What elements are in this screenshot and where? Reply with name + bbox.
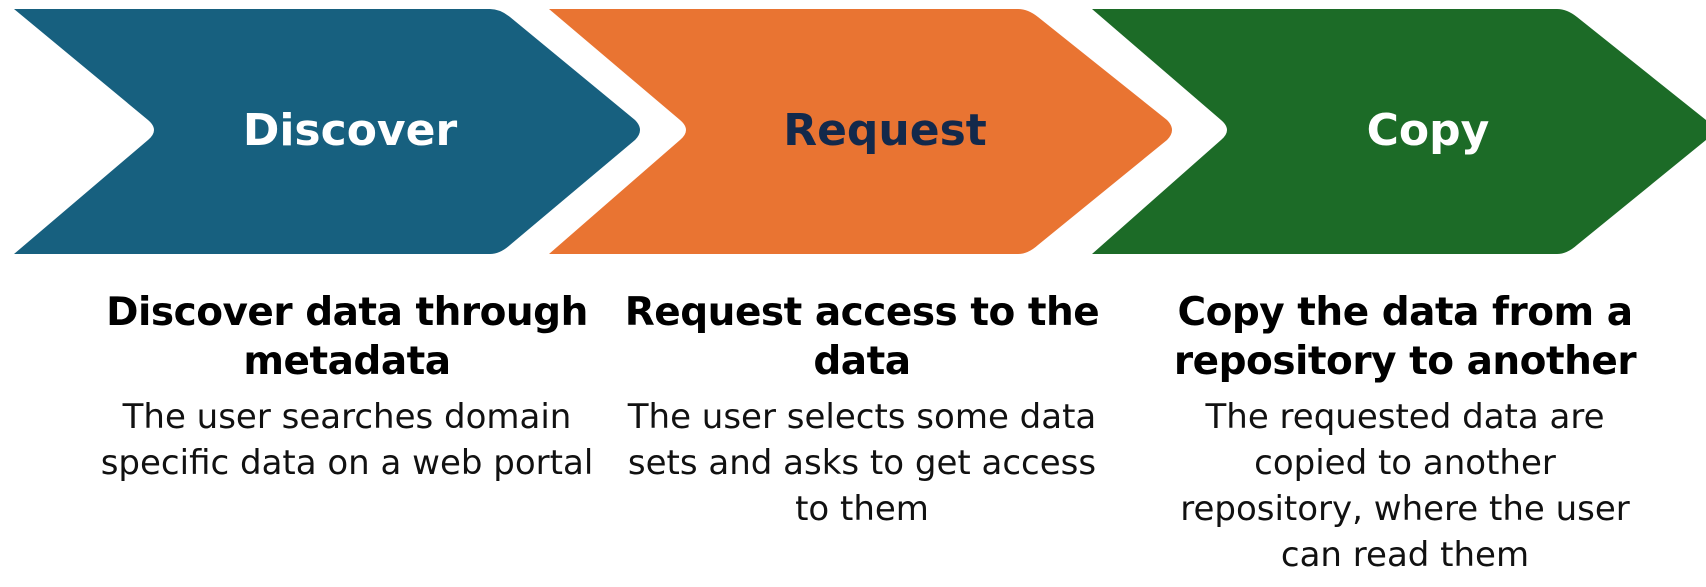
discover-step-text: The user searches domain specific data o… [97,394,597,486]
discover-desc-line1: The user searches domain [122,397,572,437]
copy-desc-line2: copied to another [1254,443,1556,483]
request-desc-line1: The user selects some data [627,397,1097,437]
discover-label: Discover [243,105,458,156]
request-desc-line3: to them [795,489,929,529]
discover-heading-line2: metadata [243,339,451,384]
copy-step-heading: Copy the data from a repository to anoth… [1150,288,1660,386]
request-step-text: The user selects some data sets and asks… [612,394,1112,532]
request-step-description: Request access to the data The user sele… [612,288,1112,532]
copy-desc-line4: can read them [1280,535,1530,575]
request-step-heading: Request access to the data [612,288,1112,386]
discover-desc-line2: specific data on a web portal [100,443,594,483]
copy-step-description: Copy the data from a repository to anoth… [1150,288,1660,578]
copy-label: Copy [1367,105,1490,156]
request-label: Request [783,105,987,156]
request-desc-line2: sets and asks to get access [627,443,1097,483]
request-heading-line2: data [813,339,911,384]
discover-heading-line1: Discover data through [106,290,588,335]
discover-step-heading: Discover data through metadata [97,288,597,386]
copy-desc-line1: The requested data are [1205,397,1605,437]
request-heading-line1: Request access to the [624,290,1100,335]
discover-step-description: Discover data through metadata The user … [97,288,597,486]
copy-heading-line1: Copy the data from a [1177,290,1633,335]
copy-desc-line3: repository, where the user [1180,489,1630,529]
copy-heading-line2: repository to another [1173,339,1637,384]
process-chevrons: Discover Request Copy [14,9,1706,254]
copy-step-text: The requested data are copied to another… [1150,394,1660,578]
